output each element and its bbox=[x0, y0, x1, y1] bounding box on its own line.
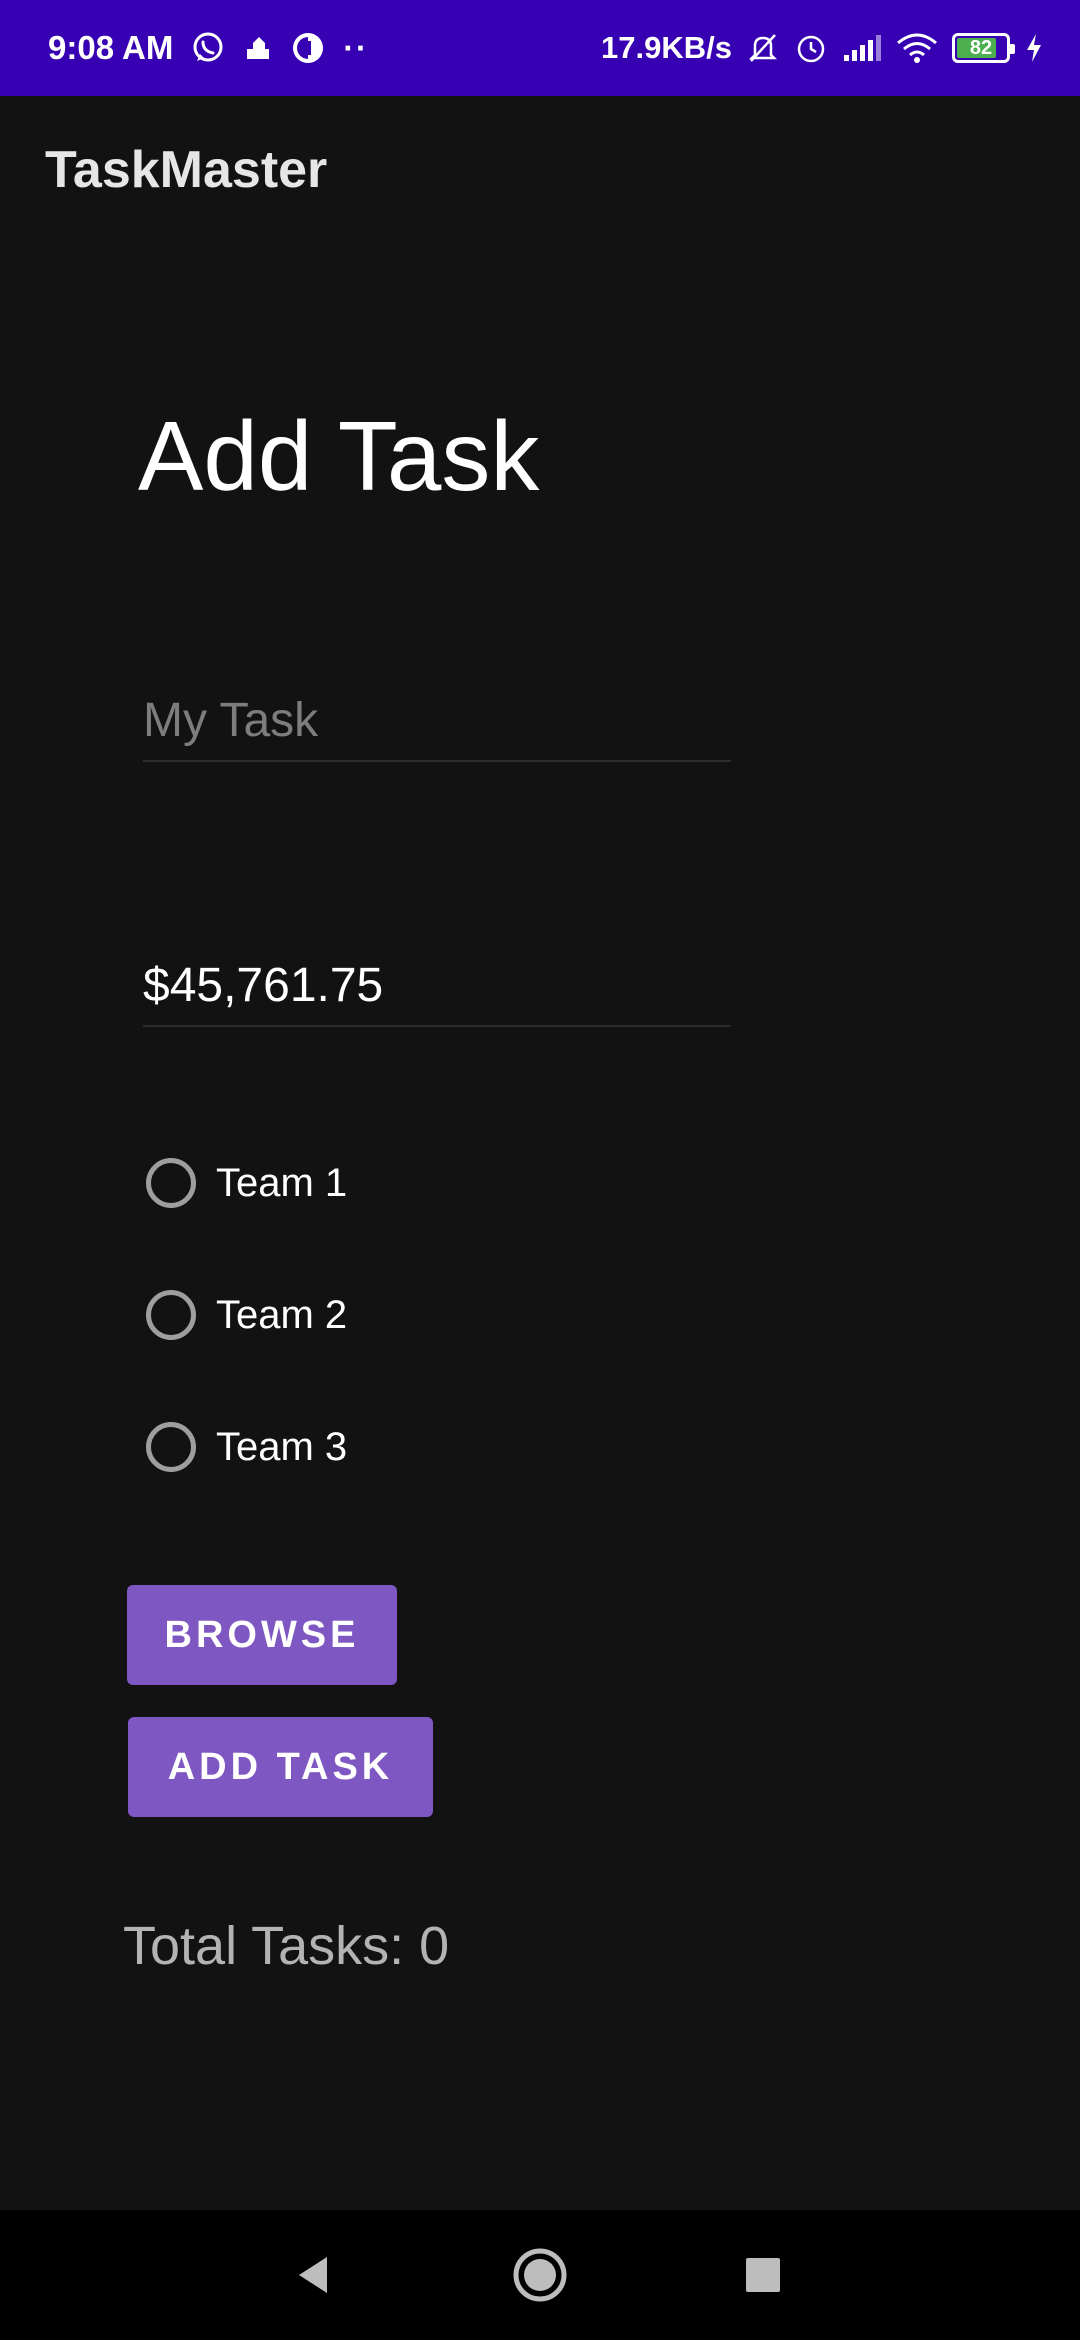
radio-button-icon[interactable] bbox=[146, 1422, 196, 1472]
app-title: TaskMaster bbox=[45, 141, 328, 199]
add-task-button[interactable]: ADD TASK bbox=[128, 1717, 433, 1817]
whatsapp-icon bbox=[191, 31, 225, 65]
battery-level: 82 bbox=[969, 36, 993, 59]
radio-label: Team 1 bbox=[216, 1160, 348, 1205]
radio-button-icon[interactable] bbox=[146, 1290, 196, 1340]
notification-app-icon bbox=[243, 33, 273, 63]
signal-icon bbox=[842, 33, 882, 63]
radio-label: Team 2 bbox=[216, 1292, 348, 1337]
network-speed: 17.9KB/s bbox=[601, 30, 732, 65]
recents-icon[interactable] bbox=[713, 2210, 813, 2340]
browse-button[interactable]: BROWSE bbox=[127, 1585, 397, 1685]
status-left: 9:08 AM ·· bbox=[48, 0, 369, 96]
radio-team-1[interactable]: Team 1 bbox=[146, 1158, 347, 1208]
radio-button-icon[interactable] bbox=[146, 1158, 196, 1208]
total-tasks-label: Total Tasks: 0 bbox=[123, 1916, 450, 1976]
charging-icon bbox=[1024, 32, 1044, 64]
radio-team-3[interactable]: Team 3 bbox=[146, 1422, 347, 1472]
status-bar: 9:08 AM ·· 17.9KB/s 82 bbox=[0, 0, 1080, 96]
status-time: 9:08 AM bbox=[48, 29, 174, 66]
battery-tip bbox=[1010, 44, 1015, 54]
navigation-bar bbox=[0, 2210, 1080, 2340]
home-icon[interactable] bbox=[490, 2210, 590, 2340]
radio-label: Team 3 bbox=[216, 1424, 348, 1469]
wifi-icon bbox=[896, 32, 938, 64]
amount-input[interactable] bbox=[143, 945, 731, 1027]
page-heading: Add Task bbox=[138, 401, 540, 511]
circle-app-icon bbox=[291, 31, 325, 65]
bell-muted-icon bbox=[746, 31, 780, 65]
more-notifications: ·· bbox=[343, 29, 369, 66]
radio-team-2[interactable]: Team 2 bbox=[146, 1290, 347, 1340]
status-right: 17.9KB/s 82 bbox=[601, 0, 1044, 96]
task-title-input[interactable] bbox=[143, 680, 731, 762]
alarm-icon bbox=[794, 31, 828, 65]
battery-icon: 82 bbox=[952, 33, 1015, 63]
back-icon[interactable] bbox=[263, 2210, 363, 2340]
screen: 9:08 AM ·· 17.9KB/s 82 TaskMaster Add Ta… bbox=[0, 0, 1080, 2340]
